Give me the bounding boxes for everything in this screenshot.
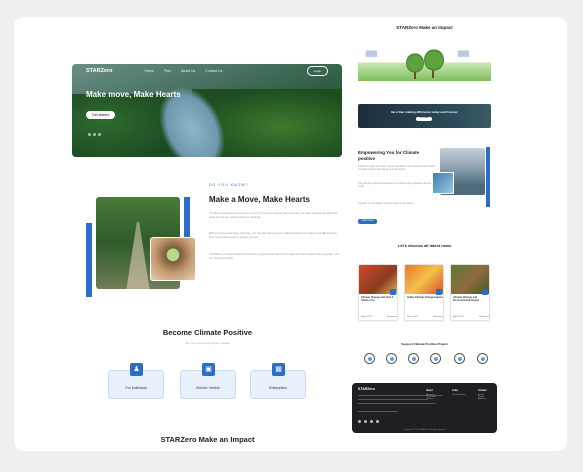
news-headline: Climate Change and Environmental Impact bbox=[453, 296, 480, 302]
empower-paragraph: Together we can build a positive future … bbox=[358, 202, 415, 205]
option-card-enterprise[interactable]: ▦ Enterprises bbox=[250, 363, 306, 399]
read-more-link[interactable]: Read more bbox=[433, 316, 443, 318]
stat-figure-right: ▆▆ bbox=[458, 50, 469, 57]
seedling-hands-image bbox=[150, 237, 196, 281]
footer-column: About About Us Our Plans Contact bbox=[426, 390, 436, 400]
footer-column: Contact Email Phone Address bbox=[478, 390, 487, 400]
hero-banner: STARZero Home Plan About Us Contact Us L… bbox=[72, 64, 342, 157]
nature-thumbnail bbox=[432, 172, 454, 194]
tree-icon bbox=[424, 49, 444, 71]
sdg-badge-icon bbox=[386, 353, 397, 364]
empower-paragraph: STARZero helps you track, reduce and off… bbox=[358, 165, 435, 172]
option-card-ev[interactable]: ▣ Electric Vehicle bbox=[180, 363, 236, 399]
about-paragraph: STARZero is a simple platform that helps… bbox=[209, 253, 340, 260]
news-date: March 2023 bbox=[453, 316, 464, 318]
nav-home[interactable]: Home bbox=[144, 69, 153, 73]
login-button[interactable]: Login bbox=[306, 66, 328, 76]
hero-headline: Make move, Make Hearts bbox=[86, 90, 181, 99]
carousel-dots[interactable] bbox=[88, 133, 101, 136]
footer-logo[interactable]: STARZero bbox=[358, 387, 375, 391]
social-icon[interactable] bbox=[376, 420, 379, 423]
accent-bar bbox=[486, 147, 490, 207]
option-label: For Individual bbox=[125, 386, 147, 390]
nav-about[interactable]: About Us bbox=[181, 69, 195, 73]
news-date-badge bbox=[390, 289, 396, 295]
building-icon: ▦ bbox=[272, 363, 285, 376]
news-date: March 2023 bbox=[407, 316, 418, 318]
carousel-dot[interactable] bbox=[88, 133, 91, 136]
option-label: Enterprises bbox=[269, 386, 287, 390]
join-banner: Be a Star making difference today and Fo… bbox=[358, 104, 491, 128]
social-icon[interactable] bbox=[370, 420, 373, 423]
support-title: Support Climate Positive Project bbox=[401, 342, 448, 346]
sdg-badge-icon bbox=[364, 353, 375, 364]
footer-link[interactable]: Privacy Policy bbox=[452, 394, 466, 396]
option-card-individual[interactable]: ♟ For Individual bbox=[108, 363, 164, 399]
news-card[interactable]: Climate Change and How it Affects You Ma… bbox=[358, 264, 398, 321]
sdg-badge-icon bbox=[477, 353, 488, 364]
news-title: Let's discuss all latest news bbox=[397, 243, 452, 248]
footer-column: Links Privacy Policy bbox=[452, 390, 466, 396]
stat-figure-left: ▆▆ bbox=[366, 50, 377, 57]
impact-heading: STARZero Make an Impact bbox=[160, 435, 255, 444]
news-date-badge bbox=[436, 289, 442, 295]
person-icon: ♟ bbox=[130, 363, 143, 376]
about-paragraph: Your life is fast-paced and there is so … bbox=[209, 212, 338, 219]
footer-column-heading: Contact bbox=[478, 390, 487, 392]
social-icon[interactable] bbox=[358, 420, 361, 423]
news-headline: Climate Change and How it Affects You bbox=[361, 296, 394, 302]
about-eyebrow: DO YOU KNOW? bbox=[209, 183, 249, 187]
join-banner-text: Be a Star making difference today and Fo… bbox=[391, 110, 458, 114]
news-card[interactable]: Indias Climate Change Impact March 2023 R… bbox=[404, 264, 444, 321]
read-more-link[interactable]: Read more bbox=[479, 316, 489, 318]
news-date-badge bbox=[482, 289, 488, 295]
tree-icon bbox=[406, 53, 424, 73]
climate-positive-subtitle: Join us in becoming climate positive bbox=[185, 341, 230, 345]
page-canvas: STARZero Home Plan About Us Contact Us L… bbox=[14, 17, 567, 451]
option-label: Electric Vehicle bbox=[196, 386, 220, 390]
sdg-badge-icon bbox=[454, 353, 465, 364]
footer: STARZero About About Us Our Plans Contac… bbox=[352, 383, 497, 433]
news-date: March 2023 bbox=[361, 316, 372, 318]
tree-banner: ▆▆ ▆▆ bbox=[358, 35, 491, 81]
hero-logo[interactable]: STARZero bbox=[86, 68, 112, 74]
accent-bar-left bbox=[86, 223, 92, 297]
empower-paragraph: Our projects support reforestation and c… bbox=[358, 182, 436, 189]
footer-link[interactable]: Contact bbox=[426, 398, 436, 400]
news-card[interactable]: Climate Change and Environmental Impact … bbox=[450, 264, 490, 321]
learn-more-button[interactable]: Learn more bbox=[358, 219, 377, 224]
climate-positive-title: Become Climate Positive bbox=[162, 328, 253, 337]
nav-contact[interactable]: Contact Us bbox=[205, 69, 222, 73]
read-more-link[interactable]: Read more bbox=[387, 316, 397, 318]
right-impact-title: STARZero Make an Impact bbox=[396, 25, 453, 30]
news-headline: Indias Climate Change Impact bbox=[407, 296, 443, 299]
footer-column-heading: Links bbox=[452, 390, 458, 392]
sdg-badge-icon bbox=[430, 353, 441, 364]
hero-nav: STARZero Home Plan About Us Contact Us L… bbox=[72, 64, 342, 78]
sdg-badge-icon bbox=[408, 353, 419, 364]
carousel-dot[interactable] bbox=[98, 133, 101, 136]
join-now-button[interactable]: Join Now bbox=[416, 117, 432, 121]
footer-column-heading: About bbox=[426, 390, 433, 392]
copyright: Copyright © 2023 STARZero. All rights re… bbox=[402, 429, 446, 431]
footer-link[interactable]: Address bbox=[478, 398, 487, 400]
carousel-dot[interactable] bbox=[93, 133, 96, 136]
get-started-button[interactable]: Get started bbox=[86, 111, 116, 119]
social-icon[interactable] bbox=[364, 420, 367, 423]
car-icon: ▣ bbox=[202, 363, 215, 376]
about-paragraph: With just three small steps each day, yo… bbox=[209, 232, 337, 239]
nav-plan[interactable]: Plan bbox=[164, 69, 171, 73]
about-title: Make a Move, Make Hearts bbox=[209, 195, 310, 204]
empower-title: Empowering You for Climate positive bbox=[358, 150, 420, 161]
